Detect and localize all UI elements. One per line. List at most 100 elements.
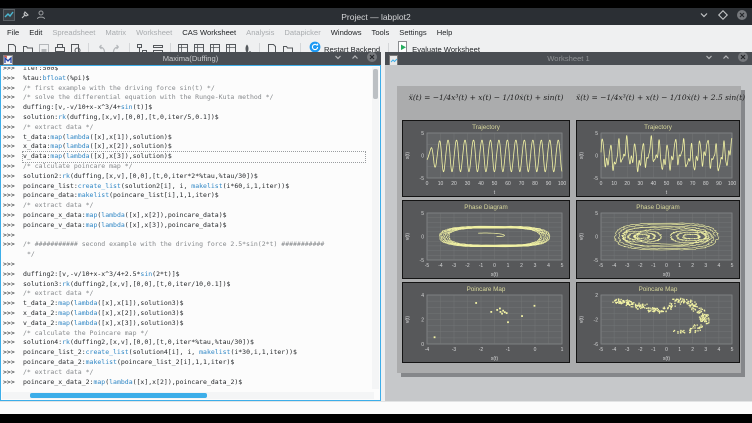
code-line[interactable]: >>>x_data:map(lambda([x],x[2]),solution)… <box>3 142 369 152</box>
menu-settings[interactable]: Settings <box>394 26 431 39</box>
code-text: poincare_data_2:makelist(poincare_list_2… <box>23 358 234 366</box>
svg-text:0: 0 <box>534 347 537 353</box>
code-line[interactable]: >>>poincare_v_data:map(lambda([x],x[3]),… <box>3 221 369 231</box>
code-prompt: >>> <box>3 211 23 221</box>
menu-windows[interactable]: Windows <box>326 26 367 39</box>
code-line[interactable]: >>>v_data:map(lambda([x],x[3]),solution)… <box>3 152 369 162</box>
code-line[interactable]: >>>t_data_2:map(lambda([x],x[1]),solutio… <box>3 299 369 309</box>
code-prompt: >>> <box>3 338 23 348</box>
code-prompt: >>> <box>3 113 23 123</box>
svg-text:30: 30 <box>465 181 471 187</box>
code-line[interactable]: >>>/* extract data */ <box>3 368 369 378</box>
horizontal-scrollbar[interactable] <box>2 392 374 399</box>
vertical-scroll-thumb[interactable] <box>373 69 378 99</box>
code-prompt: >>> <box>3 260 23 270</box>
code-prompt: >>> <box>3 67 23 74</box>
code-line[interactable]: >>> <box>3 231 369 241</box>
code-line[interactable]: >>>solution2:rk(duffing,[x,v],[0,0],[t,0… <box>3 172 369 182</box>
plot-poincare-1[interactable]: Poincare Map-4-3-2-101024x(t)v(t) <box>402 282 570 363</box>
labplot-window: Project — labplot2 FileEditSpreadsheet Ma… <box>0 8 752 413</box>
code-line[interactable]: >>>/* calculate poincare map */ <box>3 162 369 172</box>
screen: Project — labplot2 FileEditSpreadsheet Ma… <box>0 0 752 423</box>
code-line[interactable]: >>>%tau:bfloat(%pi)$ <box>3 74 369 84</box>
code-line[interactable]: >>>/* solve the differential equation wi… <box>3 93 369 103</box>
code-prompt: >>> <box>3 309 23 319</box>
svg-text:3: 3 <box>704 347 707 353</box>
code-prompt: >>> <box>3 329 23 339</box>
code-line[interactable]: >>>duffing2:[v,-v/10+x-x^3/4+2.5*sin(2*t… <box>3 270 369 280</box>
window-restore-icon[interactable] <box>717 8 729 26</box>
window-close-icon[interactable] <box>736 8 748 26</box>
svg-text:0: 0 <box>595 154 598 160</box>
svg-text:-4: -4 <box>425 347 430 353</box>
window-titlebar[interactable]: Project — labplot2 <box>0 8 752 25</box>
code-line[interactable]: >>>solution3:rk(duffing2,[x,v],[0,0],[t,… <box>3 280 369 290</box>
code-line[interactable]: >>>solution4:rk(duffing2,[x,v],[0,0],[t,… <box>3 338 369 348</box>
code-line[interactable]: >>>iter:500$ <box>3 67 369 74</box>
svg-text:100: 100 <box>558 181 567 187</box>
horizontal-scroll-thumb[interactable] <box>30 393 207 398</box>
svg-text:-2: -2 <box>638 347 643 353</box>
code-text: poincare_data:makelist(poincare_list[i],… <box>23 191 219 199</box>
code-text: /* extract data */ <box>23 123 93 131</box>
vertical-scrollbar[interactable] <box>372 67 379 389</box>
code-line[interactable]: >>>poincare_data:makelist(poincare_list[… <box>3 191 369 201</box>
code-line[interactable]: >>>v_data_2:map(lambda([x],x[3]),solutio… <box>3 319 369 329</box>
worksheet-header[interactable]: Worksheet 1 <box>385 52 752 65</box>
code-line[interactable]: >>>/* first example with the driving for… <box>3 84 369 94</box>
plot-trajectory-2[interactable]: Trajectory0102030405060708090100-505tx(t… <box>576 120 740 197</box>
code-line[interactable]: */ <box>3 250 369 260</box>
code-line[interactable]: >>>/* ########### second example with th… <box>3 240 369 250</box>
svg-text:5: 5 <box>561 263 564 269</box>
plot-phase-2[interactable]: Phase Diagram-5-4-3-2-1012345-505x(t)v(t… <box>576 200 740 279</box>
code-prompt: >>> <box>3 231 23 241</box>
code-line[interactable]: >>>poincare_list_2:create_list(solution4… <box>3 348 369 358</box>
menu-edit[interactable]: Edit <box>24 26 47 39</box>
code-line[interactable]: >>>poincare_list:create_list(solution2[i… <box>3 182 369 192</box>
code-line[interactable]: >>>/* extract data */ <box>3 123 369 133</box>
svg-text:90: 90 <box>716 181 722 187</box>
worksheet-view[interactable]: ẍ(t) = −1/4x³(t) + x(t) − 1/10ẋ(t) + sin… <box>385 65 752 401</box>
cas-worksheet-header[interactable]: Maxima(Duffing) <box>0 52 381 65</box>
code-line[interactable]: >>>t_data:map(lambda([x],x[1]),solution)… <box>3 133 369 143</box>
cas-worksheet-title: Maxima(Duffing) <box>0 54 381 63</box>
code-text: solution4:rk(duffing2,[x,v],[0,0],[t,0,i… <box>23 338 254 346</box>
svg-text:v(t): v(t) <box>579 316 585 324</box>
code-line[interactable]: >>>poincare_x_data:map(lambda([x],x[2]),… <box>3 211 369 221</box>
menu-cas-worksheet[interactable]: CAS Worksheet <box>177 26 241 39</box>
code-line[interactable]: >>>/* extract data */ <box>3 201 369 211</box>
menu-help[interactable]: Help <box>432 26 458 39</box>
menu-spreadsheet: Spreadsheet <box>47 26 100 39</box>
svg-text:-1: -1 <box>651 347 656 353</box>
svg-text:1: 1 <box>561 347 564 353</box>
svg-text:-4: -4 <box>612 263 617 269</box>
code-line[interactable]: >>>poincare_x_data_2:map(lambda([x],x[2]… <box>3 378 369 388</box>
worksheet-header-buttons <box>703 52 749 65</box>
code-text: v_data:map(lambda([x],x[3]),solution)$ <box>23 152 365 162</box>
code-editor[interactable]: >>>iter:500$>>>%tau:bfloat(%pi)$>>>/* fi… <box>3 67 369 389</box>
svg-text:5: 5 <box>731 263 734 269</box>
menu-file[interactable]: File <box>2 26 24 39</box>
code-line[interactable]: >>>solution:rk(duffing,[x,v],[0,0],[t,0,… <box>3 113 369 123</box>
window-shade-icon[interactable] <box>698 8 710 26</box>
svg-text:-2: -2 <box>594 318 599 324</box>
worksheet-page[interactable]: ẍ(t) = −1/4x³(t) + x(t) − 1/10ẋ(t) + sin… <box>397 86 741 373</box>
code-line[interactable]: >>>x_data_2:map(lambda([x],x[2]),solutio… <box>3 309 369 319</box>
code-line[interactable]: >>>poincare_data_2:makelist(poincare_lis… <box>3 358 369 368</box>
cas-code-panel[interactable]: >>>iter:500$>>>%tau:bfloat(%pi)$>>>/* fi… <box>0 65 381 401</box>
plot-poincare-2[interactable]: Poincare Map-5-4-3-2-1012345-6-22x(t)v(t… <box>576 282 740 363</box>
svg-text:2: 2 <box>691 347 694 353</box>
plot-phase-1[interactable]: Phase Diagram-5-4-3-2-1012345-505x(t)v(t… <box>402 200 570 279</box>
code-text: %tau:bfloat(%pi)$ <box>23 74 90 82</box>
code-line[interactable]: >>>duffing:[v,-v/10+x-x^3/4+sin(t)]$ <box>3 103 369 113</box>
svg-text:2: 2 <box>520 263 523 269</box>
menu-tools[interactable]: Tools <box>367 26 395 39</box>
svg-text:90: 90 <box>546 181 552 187</box>
code-line[interactable]: >>>/* calculate the Poincare map */ <box>3 329 369 339</box>
svg-text:5: 5 <box>595 131 598 137</box>
code-line[interactable]: >>>/* extract data */ <box>3 289 369 299</box>
plot-trajectory-1[interactable]: Trajectory0102030405060708090100-505tx(t… <box>402 120 570 197</box>
code-line[interactable]: >>> <box>3 260 369 270</box>
svg-text:v(t): v(t) <box>405 233 411 241</box>
code-text: x_data:map(lambda([x],x[2]),solution)$ <box>23 142 172 150</box>
